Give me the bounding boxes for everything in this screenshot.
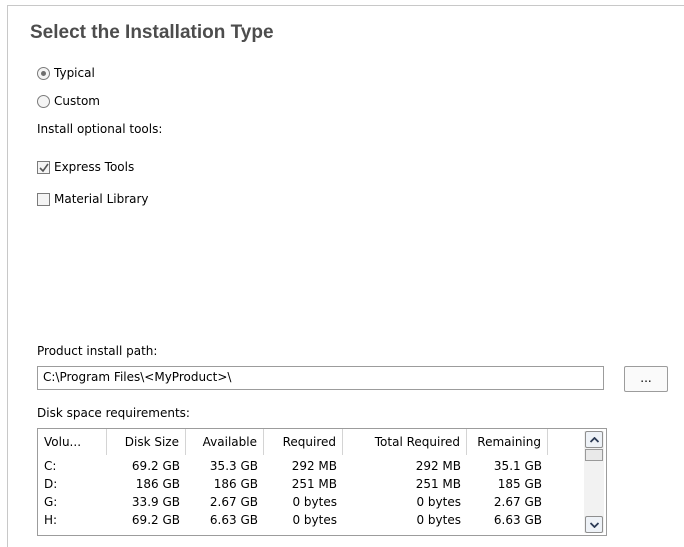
disk-space-label: Disk space requirements:	[37, 406, 190, 420]
cell-volume: H:	[44, 513, 58, 527]
checkbox-material-library[interactable]: Material Library	[37, 191, 149, 207]
cell-remaining: 2.67 GB	[493, 495, 542, 509]
radio-selected-icon[interactable]	[37, 66, 50, 80]
cell-available: 6.63 GB	[209, 513, 258, 527]
cell-volume: G:	[44, 495, 58, 509]
cell-total-required: 0 bytes	[416, 495, 461, 509]
cell-disk-size: 69.2 GB	[131, 459, 180, 473]
panel-border-left	[7, 5, 8, 547]
cell-remaining: 185 GB	[497, 477, 542, 491]
cell-remaining: 6.63 GB	[493, 513, 542, 527]
checkbox-express-tools[interactable]: Express Tools	[37, 159, 134, 175]
install-path-input[interactable]: C:\Program Files\<MyProduct>\	[37, 366, 604, 390]
table-row[interactable]: D: 186 GB 186 GB 251 MB 251 MB 185 GB	[38, 475, 548, 493]
cell-remaining: 35.1 GB	[493, 459, 542, 473]
cell-required: 0 bytes	[292, 513, 337, 527]
chevron-down-icon[interactable]	[585, 516, 603, 533]
vertical-scrollbar[interactable]	[584, 431, 604, 533]
cell-disk-size: 33.9 GB	[131, 495, 180, 509]
cell-required: 292 MB	[291, 459, 337, 473]
table-row[interactable]: C: 69.2 GB 35.3 GB 292 MB 292 MB 35.1 GB	[38, 457, 548, 475]
material-library-label: Material Library	[54, 192, 149, 206]
cell-volume: D:	[44, 477, 58, 491]
scrollbar-thumb[interactable]	[585, 449, 603, 461]
table-header: Volu... Disk Size Available Required Tot…	[38, 429, 548, 455]
panel-border-top	[7, 5, 684, 6]
table-row[interactable]: H: 69.2 GB 6.63 GB 0 bytes 0 bytes 6.63 …	[38, 511, 548, 529]
cell-total-required: 251 MB	[415, 477, 461, 491]
cell-total-required: 0 bytes	[416, 513, 461, 527]
page-title: Select the Installation Type	[30, 22, 274, 43]
radio-custom-label: Custom	[54, 94, 100, 108]
radio-custom[interactable]: Custom	[37, 93, 100, 109]
radio-unselected-icon[interactable]	[37, 94, 50, 108]
chevron-up-icon[interactable]	[585, 431, 603, 448]
cell-available: 2.67 GB	[209, 495, 258, 509]
optional-tools-heading: Install optional tools:	[37, 122, 163, 136]
cell-required: 0 bytes	[292, 495, 337, 509]
cell-disk-size: 186 GB	[135, 477, 180, 491]
radio-typical-label: Typical	[54, 66, 95, 80]
column-header-disk-size[interactable]: Disk Size	[107, 429, 186, 455]
table-row[interactable]: G: 33.9 GB 2.67 GB 0 bytes 0 bytes 2.67 …	[38, 493, 548, 511]
column-header-total-required[interactable]: Total Required	[343, 429, 467, 455]
checkbox-empty-icon[interactable]	[37, 192, 50, 206]
browse-button[interactable]: ...	[624, 366, 668, 392]
cell-available: 186 GB	[213, 477, 258, 491]
radio-typical[interactable]: Typical	[37, 65, 95, 81]
cell-disk-size: 69.2 GB	[131, 513, 180, 527]
column-header-remaining[interactable]: Remaining	[467, 429, 548, 455]
table-body: C: 69.2 GB 35.3 GB 292 MB 292 MB 35.1 GB…	[38, 457, 548, 529]
column-header-volume[interactable]: Volu...	[38, 429, 107, 455]
cell-total-required: 292 MB	[415, 459, 461, 473]
cell-available: 35.3 GB	[209, 459, 258, 473]
checkmark-icon[interactable]	[37, 160, 50, 174]
cell-required: 251 MB	[291, 477, 337, 491]
column-header-available[interactable]: Available	[186, 429, 264, 455]
install-path-label: Product install path:	[37, 344, 158, 358]
column-header-required[interactable]: Required	[264, 429, 343, 455]
cell-volume: C:	[44, 459, 57, 473]
express-tools-label: Express Tools	[54, 160, 135, 174]
disk-space-table[interactable]: Volu... Disk Size Available Required Tot…	[37, 428, 607, 536]
